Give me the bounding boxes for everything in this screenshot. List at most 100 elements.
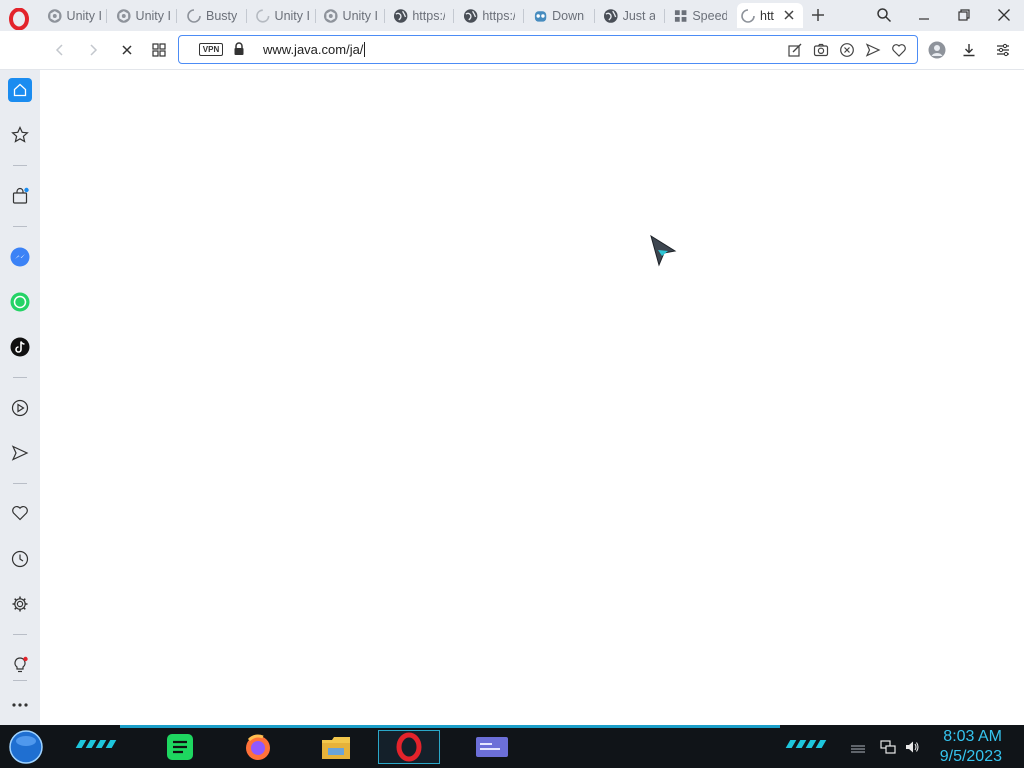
tab-close-icon[interactable] (782, 8, 796, 22)
easy-setup-button[interactable] (993, 40, 1013, 60)
sidebar-divider (13, 377, 27, 378)
show-hidden-icons-button[interactable] (846, 730, 870, 764)
taskbar-app-spotify[interactable] (160, 730, 200, 764)
sidebar-messenger-button[interactable] (8, 245, 32, 269)
grid-icon (152, 43, 166, 57)
lightbulb-icon (14, 656, 28, 673)
heart-icon (12, 506, 28, 521)
tab-unity-4[interactable]: Unity I (320, 3, 380, 28)
more-dots-icon (12, 703, 28, 707)
new-tab-button[interactable] (806, 4, 830, 26)
card-app-icon (476, 737, 508, 757)
downloads-button[interactable] (959, 40, 979, 60)
page-content-area (40, 70, 1024, 725)
chevron-up-icon (851, 745, 865, 753)
clock-icon (11, 550, 29, 568)
vpn-badge[interactable]: VPN (199, 43, 223, 56)
speed-dial-icon (674, 9, 687, 22)
back-button[interactable] (50, 40, 70, 60)
tab-label: https:/ (482, 8, 515, 23)
tab-label: Downl (552, 8, 585, 23)
sidebar-settings-button[interactable] (8, 592, 32, 616)
sidebar-bookmarks-button[interactable] (8, 123, 32, 147)
tab-divider (664, 9, 665, 23)
network-status-icon[interactable] (878, 730, 898, 764)
tab-https-1[interactable]: https:/ (390, 3, 448, 28)
tab-label: Speed (692, 8, 727, 23)
unity-icon (47, 8, 62, 23)
lock-icon[interactable] (233, 42, 245, 59)
unity-icon (116, 8, 131, 23)
tab-download[interactable]: Downl (530, 3, 588, 28)
tab-unity-2[interactable]: Unity I (113, 3, 173, 28)
address-bar[interactable]: VPN www.java.com/ja/ (178, 35, 918, 64)
tab-unity-1[interactable]: Unity I (44, 3, 104, 28)
tab-label: Busty (206, 8, 238, 23)
tab-just-a[interactable]: Just a (600, 3, 658, 28)
taskbar-app-opera[interactable] (378, 730, 440, 764)
start-button[interactable] (6, 730, 46, 764)
tab-unity-3[interactable]: Unity I (252, 3, 312, 28)
address-toolbar: VPN www.java.com/ja/ (0, 31, 1024, 70)
forward-button[interactable] (83, 40, 103, 60)
taskbar: 8:03 AM 9/5/2023 (0, 725, 1024, 768)
avatar-icon (928, 41, 946, 59)
taskbar-accent-line (120, 725, 780, 728)
clock-date: 9/5/2023 (939, 748, 1002, 765)
volume-icon[interactable] (902, 730, 922, 764)
shopping-bag-icon (12, 187, 29, 204)
taskbar-app-card[interactable] (462, 730, 522, 764)
search-tabs-button[interactable] (872, 4, 896, 26)
sidebar-shopping-button[interactable] (8, 184, 32, 208)
restore-icon (958, 9, 970, 21)
opera-icon (396, 732, 422, 762)
ad-block-icon[interactable] (839, 42, 855, 58)
system-clock[interactable]: 8:03 AM 9/5/2023 (940, 727, 1002, 767)
sidebar-divider (13, 226, 27, 227)
close-window-button[interactable] (992, 4, 1016, 26)
restore-button[interactable] (952, 4, 976, 26)
home-icon (13, 83, 27, 97)
gear-icon (12, 596, 28, 612)
firefox-icon (246, 734, 270, 760)
tab-label: htt (760, 8, 774, 23)
taskbar-app-firefox[interactable] (238, 730, 278, 764)
tab-https-2[interactable]: https:/ (460, 3, 518, 28)
tab-overview-button[interactable] (149, 40, 169, 60)
globe-icon (393, 8, 408, 23)
sidebar-tiktok-button[interactable] (8, 335, 32, 359)
loading-spinner-icon (256, 8, 270, 23)
sidebar-history-button[interactable] (8, 547, 32, 571)
star-icon (11, 126, 29, 143)
forward-icon (90, 44, 98, 56)
godot-icon (534, 10, 547, 22)
stop-loading-button[interactable] (117, 40, 137, 60)
tab-speed-dial[interactable]: Speed (670, 3, 730, 28)
search-icon (877, 8, 892, 23)
tab-divider (106, 9, 107, 23)
loading-spinner-icon (187, 8, 201, 23)
edit-page-icon[interactable] (787, 42, 803, 58)
opera-menu-icon[interactable] (8, 7, 30, 31)
send-icon[interactable] (865, 42, 881, 58)
sidebar-whatsapp-button[interactable] (8, 290, 32, 314)
camera-icon[interactable] (813, 42, 829, 58)
unity-icon (323, 8, 338, 23)
sidebar-home-button[interactable] (8, 78, 32, 102)
start-orb-icon (9, 730, 43, 764)
text-caret (364, 42, 366, 57)
minimize-button[interactable] (912, 4, 936, 26)
taskbar-app-file-explorer[interactable] (316, 730, 356, 764)
tab-busty[interactable]: Busty (183, 3, 243, 28)
sidebar-player-button[interactable] (8, 396, 32, 420)
url-text[interactable]: www.java.com/ja/ (263, 42, 366, 57)
sidebar-flow-button[interactable] (8, 441, 32, 465)
play-circle-icon (11, 399, 29, 417)
profile-button[interactable] (927, 40, 947, 60)
sidebar-pinboards-button[interactable] (8, 501, 32, 525)
sidebar-tips-button[interactable] (8, 653, 32, 677)
bookmark-heart-icon[interactable] (891, 42, 907, 58)
url-value: www.java.com/ja/ (263, 42, 364, 57)
sidebar-more-button[interactable] (8, 693, 32, 717)
globe-icon (463, 8, 478, 23)
